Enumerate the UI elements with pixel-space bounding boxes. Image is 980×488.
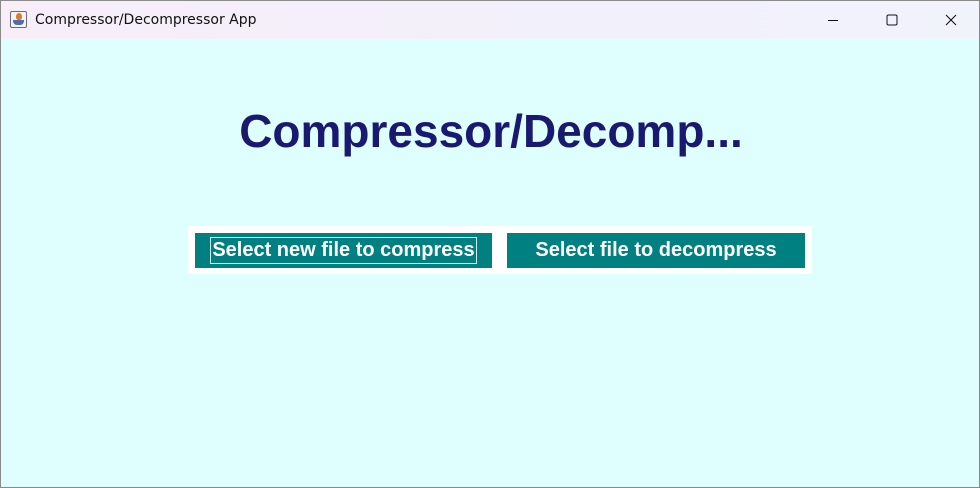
minimize-button[interactable] <box>804 1 862 39</box>
title-bar[interactable]: Compressor/Decompressor App <box>1 1 979 39</box>
decompress-button-label: Select file to decompress <box>535 239 777 261</box>
compress-button-label: Select new file to compress <box>210 237 477 264</box>
minimize-icon <box>828 20 838 21</box>
page-heading: Compressor/Decomp... <box>239 105 743 157</box>
button-panel: Select new file to compress Select file … <box>188 226 812 274</box>
close-icon <box>945 14 957 26</box>
close-button[interactable] <box>922 1 980 39</box>
maximize-button[interactable] <box>863 1 921 39</box>
select-compress-file-button[interactable]: Select new file to compress <box>195 233 492 268</box>
java-cup-icon <box>10 11 27 28</box>
maximize-icon <box>886 14 898 26</box>
select-decompress-file-button[interactable]: Select file to decompress <box>507 233 805 268</box>
app-window: Compressor/Decompressor App Compressor/D… <box>0 0 980 488</box>
window-title: Compressor/Decompressor App <box>35 12 257 28</box>
